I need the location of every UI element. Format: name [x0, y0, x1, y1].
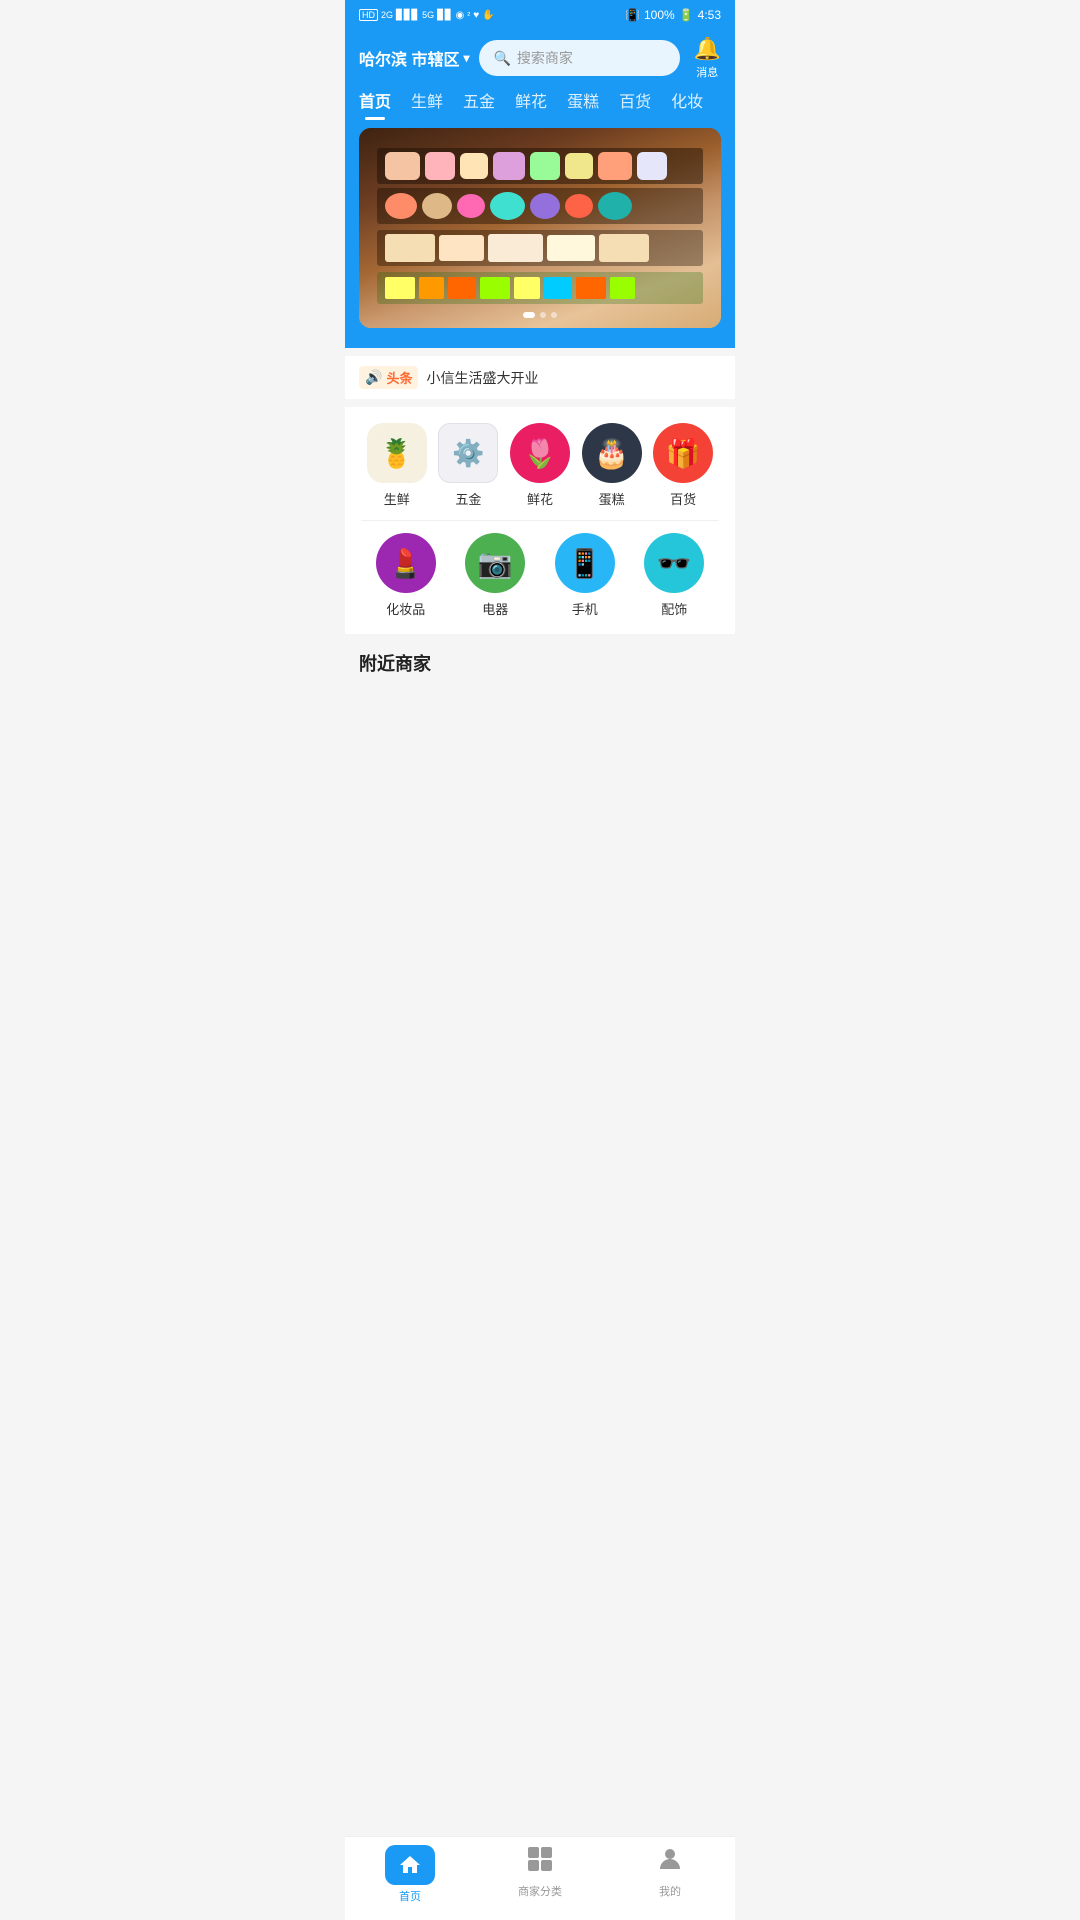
dept-label: 百货: [670, 489, 696, 508]
category-grid-row2: 💄 化妆品 📷 电器 📱 手机 🕶️ 配饰: [361, 533, 719, 618]
notification-button[interactable]: 🔔 消息: [694, 36, 721, 80]
signal-2g: 2G: [381, 10, 393, 20]
cake-emoji: 🎂: [594, 437, 629, 470]
cake-icon: 🎂: [582, 423, 642, 483]
battery-icon: 🔋: [679, 8, 694, 22]
hardware-emoji: ⚙️: [452, 438, 484, 469]
hardware-icon: ⚙️: [438, 423, 498, 483]
signal-bars2: ▊▊: [437, 10, 452, 21]
banner-image[interactable]: [359, 128, 721, 328]
banner-dots: [523, 312, 557, 318]
battery-level: 100%: [644, 8, 675, 22]
category-fresh[interactable]: 🍍 生鲜: [361, 423, 433, 508]
cosmetics-icon: 💄: [376, 533, 436, 593]
nav-home-label: 首页: [399, 1888, 421, 1904]
category-hardware[interactable]: ⚙️ 五金: [433, 423, 505, 508]
nav-tabs: 首页 生鲜 五金 鲜花 蛋糕 百货 化妆: [345, 80, 735, 120]
cosmetics-label: 化妆品: [386, 599, 425, 618]
cosmetics-emoji: 💄: [388, 547, 423, 580]
tab-home[interactable]: 首页: [359, 88, 391, 120]
search-placeholder: 搜索商家: [517, 48, 573, 68]
signal-5g: 5G: [422, 10, 434, 20]
category-electronics[interactable]: 📷 电器: [451, 533, 541, 618]
category-phone[interactable]: 📱 手机: [540, 533, 630, 618]
electronics-label: 电器: [482, 599, 508, 618]
dept-icon: 🎁: [653, 423, 713, 483]
tab-cosmetics[interactable]: 化妆: [671, 88, 703, 120]
hd-badge: HD: [359, 9, 378, 21]
category-flower[interactable]: 🌷 鲜花: [504, 423, 576, 508]
electronics-emoji: 📷: [478, 547, 513, 580]
news-badge-text: 头条: [386, 368, 412, 387]
nav-profile[interactable]: 我的: [640, 1845, 700, 1904]
location-selector[interactable]: 哈尔滨 市辖区 ▾: [359, 46, 469, 70]
bell-icon: 🔔: [694, 36, 721, 62]
flower-emoji: 🌷: [523, 437, 558, 470]
dot-2: [540, 312, 546, 318]
cake-label: 蛋糕: [599, 489, 625, 508]
fresh-icon: 🍍: [367, 423, 427, 483]
news-badge: 🔊 头条: [359, 366, 418, 389]
location-arrow-icon: ▾: [463, 51, 469, 65]
bottom-spacer: [345, 696, 735, 776]
news-ticker-text: 小信生活盛大开业: [426, 368, 538, 388]
electronics-icon: 📷: [465, 533, 525, 593]
header: 哈尔滨 市辖区 ▾ 🔍 搜索商家 🔔 消息: [345, 26, 735, 80]
search-box[interactable]: 🔍 搜索商家: [479, 40, 679, 76]
status-right: 📳 100% 🔋 4:53: [625, 8, 721, 22]
bottom-nav: 首页 商家分类 我的: [345, 1836, 735, 1920]
category-cake[interactable]: 🎂 蛋糕: [576, 423, 648, 508]
nearby-section: 附近商家: [345, 634, 735, 696]
banner-container: [345, 120, 735, 348]
time-display: 4:53: [698, 8, 721, 22]
news-badge-icon: 🔊: [365, 369, 382, 386]
grid-divider: [361, 520, 719, 521]
phone-icon: 📱: [555, 533, 615, 593]
tab-cake[interactable]: 蛋糕: [567, 88, 599, 120]
accessories-label: 配饰: [661, 599, 687, 618]
hardware-label: 五金: [455, 489, 481, 508]
accessories-icon: 🕶️: [644, 533, 704, 593]
category-section: 🍍 生鲜 ⚙️ 五金 🌷 鲜花 🎂 蛋糕 🎁 百货: [345, 407, 735, 634]
tab-flower[interactable]: 鲜花: [515, 88, 547, 120]
vibrate-icon: 📳: [625, 8, 640, 22]
tab-department[interactable]: 百货: [619, 88, 651, 120]
sim-badge: ²: [467, 10, 470, 20]
profile-icon: [656, 1845, 684, 1880]
category-accessories[interactable]: 🕶️ 配饰: [630, 533, 720, 618]
location-text: 哈尔滨 市辖区: [359, 46, 459, 70]
categories-icon: [526, 1845, 554, 1880]
dot-1: [523, 312, 535, 318]
flower-icon: 🌷: [510, 423, 570, 483]
dot-3: [551, 312, 557, 318]
flower-label: 鲜花: [527, 489, 553, 508]
news-ticker: 🔊 头条 小信生活盛大开业: [345, 356, 735, 399]
phone-emoji: 📱: [567, 547, 602, 580]
fresh-label: 生鲜: [384, 489, 410, 508]
nearby-title: 附近商家: [359, 650, 721, 676]
category-department[interactable]: 🎁 百货: [647, 423, 719, 508]
wifi-icon: ◉: [456, 10, 465, 21]
status-bar: HD 2G ▊▊▊ 5G ▊▊ ◉ ² ♥ ✋ 📳 100% 🔋 4:53: [345, 0, 735, 26]
nav-home[interactable]: 首页: [380, 1845, 440, 1904]
banner-placeholder: [359, 128, 721, 328]
accessories-emoji: 🕶️: [657, 547, 692, 580]
notification-label: 消息: [696, 64, 718, 80]
signal-bars1: ▊▊▊: [396, 10, 419, 21]
dept-emoji: 🎁: [666, 437, 701, 470]
category-cosmetics[interactable]: 💄 化妆品: [361, 533, 451, 618]
nav-profile-label: 我的: [659, 1883, 681, 1899]
phone-label: 手机: [572, 599, 598, 618]
nav-categories-label: 商家分类: [518, 1883, 562, 1899]
home-plus-icon: [385, 1845, 435, 1885]
health-icon: ♥: [473, 10, 479, 21]
status-left: HD 2G ▊▊▊ 5G ▊▊ ◉ ² ♥ ✋: [359, 9, 495, 21]
nav-categories[interactable]: 商家分类: [510, 1845, 570, 1904]
hand-icon: ✋: [482, 10, 494, 21]
tab-fresh[interactable]: 生鲜: [411, 88, 443, 120]
category-grid-row1: 🍍 生鲜 ⚙️ 五金 🌷 鲜花 🎂 蛋糕 🎁 百货: [361, 423, 719, 508]
search-icon: 🔍: [493, 50, 510, 67]
fresh-emoji: 🍍: [379, 437, 414, 470]
tab-hardware[interactable]: 五金: [463, 88, 495, 120]
